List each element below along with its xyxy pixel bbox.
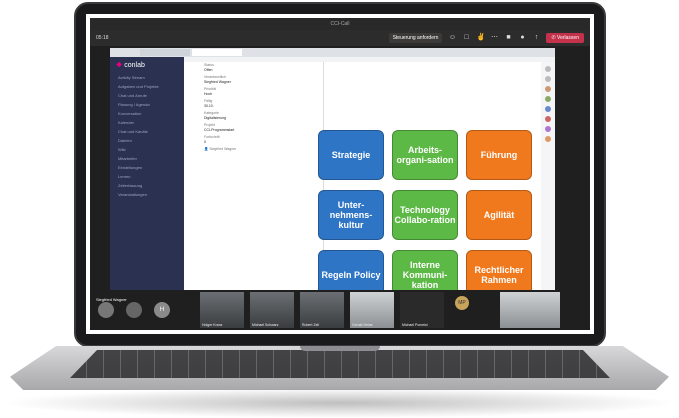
detail-label: Fortschritt [204,135,220,139]
sidebar-nav-item[interactable]: Mitarbeiter [110,154,184,163]
slide-tile: Führung [466,130,532,180]
sidebar-nav-item[interactable]: Zeiterfassung [110,181,184,190]
toolbar-icon[interactable] [545,76,551,82]
detail-row: Verantwortlich Siegfried Wagner [184,74,323,86]
avatar[interactable] [545,116,551,122]
meeting-timer: 05:18 [96,35,109,41]
detail-value: Offen [204,68,213,72]
video-tile[interactable]: Gerald Heine [350,292,394,328]
video-tile[interactable] [500,292,560,328]
slide-tile: Unter-nehmens-kultur [318,190,384,240]
detail-value: Hoch [204,92,213,96]
participant-avatar-initial[interactable]: H [154,302,170,318]
sidebar-nav-item[interactable]: Veranstaltungen [110,190,184,199]
avatar[interactable] [545,126,551,132]
detail-value: Siegfried Wagner [204,80,231,84]
lid-notch [300,346,380,351]
slide-tile: Strategie [318,130,384,180]
task-detail-panel: Status Offen Verantwortlich Siegfried Wagne… [184,62,324,290]
detail-label: Verantwortlich [204,75,226,79]
video-tile[interactable]: Holger Kranz [200,292,244,328]
detail-value: 30.10. [204,104,214,108]
video-tile[interactable]: Michael Pomeisl [400,292,444,328]
participant-initials-avatar[interactable]: MP [455,296,469,310]
sidebar-nav-item[interactable]: Aufgaben und Projekte [110,82,184,91]
participant-name: Robert Zeil [302,323,320,327]
detail-row: Priorität Hoch [184,86,323,98]
right-toolbar [541,62,555,290]
slide-tile: Technology Collabo-ration [392,190,458,240]
participants-icon[interactable]: ☺ [448,34,456,42]
avatar[interactable] [545,106,551,112]
detail-row: Projekt CCI-Programmstart [184,122,323,134]
detail-value: 0 [204,140,206,144]
sidebar-nav-item[interactable]: Einstellungen [110,163,184,172]
avatar[interactable] [545,136,551,142]
sidebar-nav-item[interactable]: Planung / Agenda [110,100,184,109]
browser-tabbar [110,48,555,57]
leave-label: Verlassen [557,35,579,41]
shared-screen: ❖ conlab Activity Stream Aufgaben und Pro… [110,48,555,300]
detail-label: Priorität [204,87,217,91]
participant-name: Gerald Heine [352,323,373,327]
detail-row: Status Offen [184,62,323,74]
participant-avatar[interactable] [98,302,114,318]
detail-value: CCI-Programmstart [204,128,235,132]
video-tile[interactable]: Robert Zeil [300,292,344,328]
sidebar-nav-item[interactable]: Dateien [110,136,184,145]
detail-label: Kategorie [204,111,219,115]
video-strip: H Holger Kranz Michael Schwarz Robert Ze… [90,290,590,330]
sidebar-nav-item[interactable]: Wiki [110,145,184,154]
assignee: 👤 Siegfried Wagner [204,147,237,151]
detail-label: Projekt [204,123,215,127]
participant-name: Michael Schwarz [252,323,279,327]
laptop-shadow [0,388,679,418]
more-icon[interactable]: ⋯ [490,34,498,42]
sidebar-nav-item[interactable]: Konversation [110,109,184,118]
reactions-icon[interactable]: ✌ [476,34,485,42]
sidebar-nav-item[interactable]: Kalender [110,118,184,127]
detail-value: Digitalisierung [204,116,226,120]
presenter-name: Siegfried Wagner [96,297,127,302]
detail-row: Fortschritt 0 [184,134,323,146]
slide-tile: Arbeits-organi-sation [392,130,458,180]
browser-tab[interactable] [140,49,190,56]
detail-label: Status [204,63,214,67]
participant-name: Holger Kranz [202,323,223,327]
browser-tab-active[interactable] [192,49,242,56]
conlab-sidebar: ❖ conlab Activity Stream Aufgaben und Pro… [110,57,184,290]
detail-row: Kategorie Digitalisierung [184,110,323,122]
request-control-button[interactable]: Steuerung anfordern [388,33,443,43]
toolbar-icon[interactable] [545,66,551,72]
sidebar-nav-item[interactable]: Chat und Anrufe [110,91,184,100]
conlab-logo-text: conlab [124,62,145,69]
sidebar-nav-item[interactable]: Activity Stream [110,73,184,82]
camera-icon[interactable]: ■ [504,34,512,42]
sidebar-nav-item[interactable]: Chat und Kanäle [110,127,184,136]
microphone-icon[interactable]: ● [518,34,526,42]
avatar[interactable] [545,86,551,92]
leave-button[interactable]: ✆ Verlassen [546,33,584,43]
conlab-logo: ❖ conlab [116,62,145,69]
laptop-keyboard [70,350,610,378]
detail-label: Fällig [204,99,213,103]
chat-icon[interactable]: □ [462,34,470,42]
laptop-scene: CCI-Call 05:18 Steuerung anfordern ☺ □ ✌… [0,0,679,418]
video-tile[interactable]: Michael Schwarz [250,292,294,328]
window-title: CCI-Call [90,18,590,30]
sidebar-nav-item[interactable]: Lernen [110,172,184,181]
participant-name: Michael Pomeisl [402,323,428,327]
teams-window: CCI-Call 05:18 Steuerung anfordern ☺ □ ✌… [90,18,590,330]
share-icon[interactable]: ↑ [532,34,540,42]
assignee-name: Siegfried Wagner [209,147,237,151]
meeting-toolbar: 05:18 Steuerung anfordern ☺ □ ✌ ⋯ ■ ● ↑ … [90,30,590,46]
participant-avatar[interactable] [126,302,142,318]
detail-row: Fällig 30.10. [184,98,323,110]
conlab-nav: Activity Stream Aufgaben und Projekte Chat… [110,73,184,199]
avatar[interactable] [545,96,551,102]
slide-tile: Agilität [466,190,532,240]
